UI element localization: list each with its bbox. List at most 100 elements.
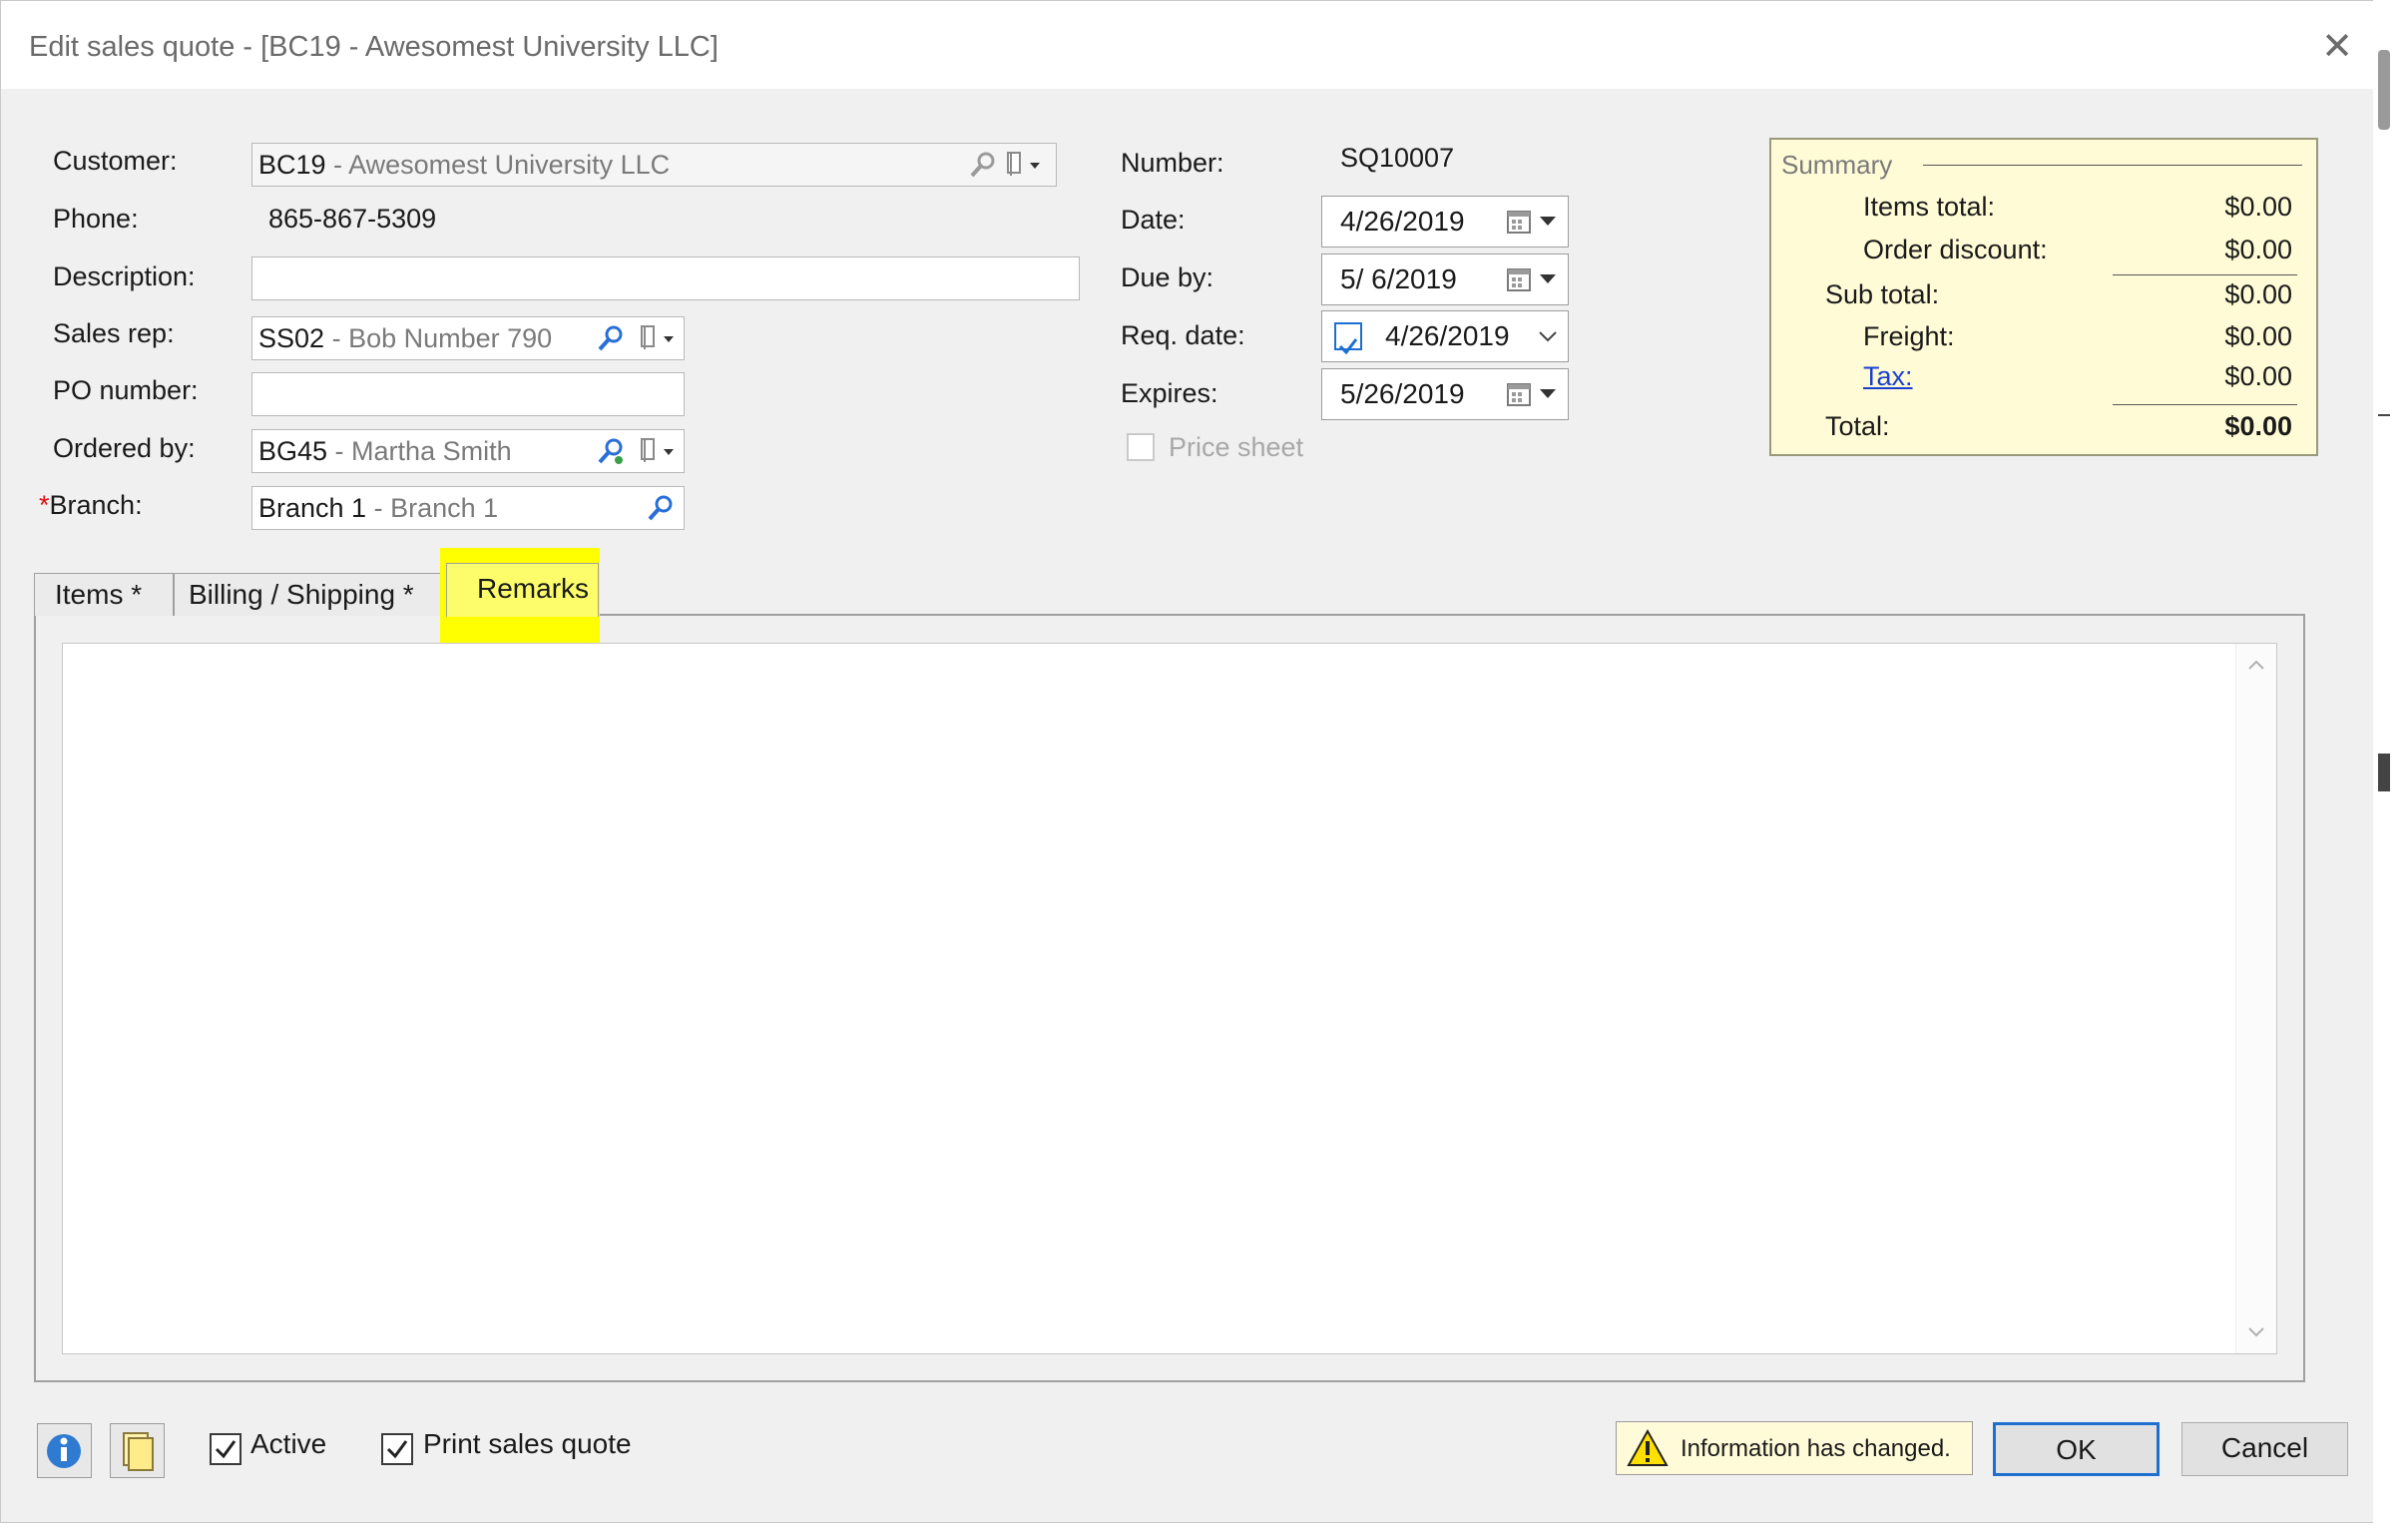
background-edge-mark <box>2378 754 2390 791</box>
ordered-by-desc: Martha Smith <box>351 436 512 466</box>
tax-link[interactable]: Tax: <box>1863 361 1913 392</box>
notes-button[interactable] <box>110 1423 165 1478</box>
customer-desc: Awesomest University LLC <box>348 150 671 180</box>
items-total-label: Items total: <box>1863 192 1996 222</box>
summary-title-rule <box>1923 165 2302 166</box>
sales-rep-sep: - <box>324 323 349 353</box>
ok-button[interactable]: OK <box>1993 1422 2160 1476</box>
order-discount-label: Order discount: <box>1863 235 2048 264</box>
window-title: Edit sales quote - [BC19 - Awesomest Uni… <box>29 31 719 63</box>
tab-items[interactable]: Items * <box>34 573 174 616</box>
branch-sep: - <box>366 493 391 523</box>
calendar-icon[interactable] <box>1506 381 1532 407</box>
ordered-by-code: BG45 <box>258 436 328 466</box>
tax-value: $0.00 <box>2224 361 2292 391</box>
bookmark-dropdown-icon[interactable] <box>1004 150 1044 180</box>
background-scrollbar-thumb <box>2378 50 2390 130</box>
search-icon[interactable] <box>596 323 626 353</box>
dropdown-arrow-icon[interactable] <box>1540 217 1556 227</box>
cancel-button[interactable]: Cancel <box>2181 1422 2348 1476</box>
search-icon[interactable] <box>596 436 626 466</box>
search-icon[interactable] <box>968 150 998 180</box>
number-label: Number: <box>1121 148 1224 178</box>
active-label: Active <box>250 1428 327 1459</box>
phone-value: 865-867-5309 <box>268 204 437 234</box>
freight-value: $0.00 <box>2224 321 2292 351</box>
print-sales-quote-checkbox[interactable] <box>381 1433 413 1465</box>
sales-rep-field[interactable]: SS02 - Bob Number 790 <box>251 316 685 360</box>
sales-rep-desc: Bob Number 790 <box>348 323 553 353</box>
price-sheet-checkbox[interactable] <box>1127 433 1155 461</box>
date-label: Date: <box>1121 205 1186 235</box>
info-button[interactable] <box>37 1423 92 1478</box>
title-bar: Edit sales quote - [BC19 - Awesomest Uni… <box>1 1 2387 89</box>
branch-code: Branch 1 <box>258 493 367 523</box>
customer-field[interactable]: BC19 - Awesomest University LLC <box>251 143 1057 187</box>
dropdown-arrow-icon[interactable] <box>1540 274 1556 284</box>
calendar-icon[interactable] <box>1506 209 1532 235</box>
bookmark-dropdown-icon[interactable] <box>638 436 678 466</box>
scroll-up-icon[interactable] <box>2246 658 2266 672</box>
dropdown-arrow-icon[interactable] <box>1538 330 1558 342</box>
scroll-down-icon[interactable] <box>2246 1325 2266 1339</box>
close-icon[interactable]: ✕ <box>2317 27 2357 67</box>
bookmark-dropdown-icon[interactable] <box>638 323 678 353</box>
notes-icon <box>123 1432 154 1471</box>
req-date-label: Req. date: <box>1121 320 1245 350</box>
ordered-by-label: Ordered by: <box>53 433 196 463</box>
sub-total-label: Sub total: <box>1825 279 1940 309</box>
required-mark: * <box>39 490 50 520</box>
expires-picker[interactable]: 5/26/2019 <box>1321 368 1569 420</box>
total-value: $0.00 <box>2224 411 2292 441</box>
due-by-label: Due by: <box>1121 262 1214 292</box>
summary-panel: Summary Items total: $0.00 Order discoun… <box>1769 138 2318 456</box>
branch-field[interactable]: Branch 1 - Branch 1 <box>251 486 685 530</box>
checkmark-icon <box>215 1440 237 1459</box>
freight-label: Freight: <box>1863 321 1955 351</box>
total-rule <box>2113 404 2297 405</box>
summary-title: Summary <box>1781 150 1893 180</box>
print-sales-quote-label: Print sales quote <box>423 1428 632 1459</box>
checkmark-icon <box>386 1440 408 1459</box>
number-value: SQ10007 <box>1340 143 1455 173</box>
due-by-value: 5/ 6/2019 <box>1340 263 1457 294</box>
search-icon[interactable] <box>646 493 676 523</box>
expires-value: 5/26/2019 <box>1340 378 1465 409</box>
active-checkbox[interactable] <box>210 1433 241 1465</box>
remarks-textarea[interactable] <box>62 643 2277 1354</box>
order-discount-value: $0.00 <box>2224 235 2292 264</box>
remarks-scrollbar[interactable] <box>2235 644 2276 1353</box>
po-number-input[interactable] <box>251 372 685 416</box>
warning-text: Information has changed. <box>1681 1435 1951 1462</box>
ordered-by-sep: - <box>327 436 352 466</box>
description-input[interactable] <box>251 256 1080 300</box>
sub-total-value: $0.00 <box>2224 279 2292 309</box>
info-changed-banner: Information has changed. <box>1616 1421 1973 1475</box>
date-picker[interactable]: 4/26/2019 <box>1321 196 1569 248</box>
req-date-checkbox[interactable] <box>1334 322 1362 355</box>
checkmark-icon <box>1338 338 1358 355</box>
dropdown-arrow-icon[interactable] <box>1540 389 1556 399</box>
background-edge-mark <box>2378 414 2390 416</box>
calendar-icon[interactable] <box>1506 266 1532 292</box>
branch-label: *Branch: <box>39 490 143 521</box>
expires-label: Expires: <box>1121 378 1218 408</box>
customer-label: Customer: <box>53 146 178 176</box>
edit-sales-quote-window: Edit sales quote - [BC19 - Awesomest Uni… <box>0 0 2388 1523</box>
items-total-value: $0.00 <box>2224 192 2292 222</box>
due-by-picker[interactable]: 5/ 6/2019 <box>1321 254 1569 305</box>
tab-billing-shipping[interactable]: Billing / Shipping * <box>174 573 444 616</box>
subtotal-rule <box>2113 274 2297 275</box>
customer-sep: - <box>325 150 349 180</box>
description-label: Description: <box>53 261 196 291</box>
price-sheet-label: Price sheet <box>1169 432 1304 462</box>
sales-rep-code: SS02 <box>258 323 325 353</box>
req-date-picker[interactable]: 4/26/2019 <box>1321 310 1569 362</box>
ordered-by-field[interactable]: BG45 - Martha Smith <box>251 429 685 473</box>
branch-desc: Branch 1 <box>390 493 499 523</box>
po-number-label: PO number: <box>53 375 199 405</box>
tab-remarks[interactable]: Remarks <box>446 563 599 617</box>
req-date-value: 4/26/2019 <box>1385 320 1510 351</box>
customer-code: BC19 <box>258 150 326 180</box>
date-value: 4/26/2019 <box>1340 206 1465 237</box>
